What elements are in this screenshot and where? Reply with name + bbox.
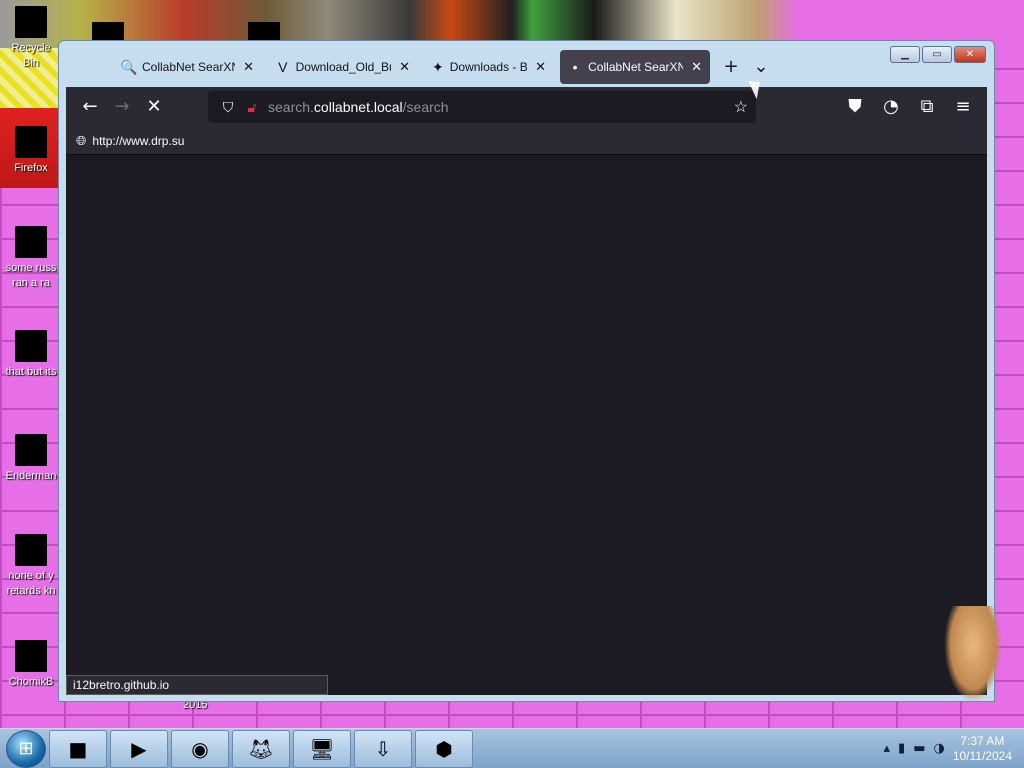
minimize-button[interactable]: ▁ bbox=[890, 46, 920, 63]
desktop-icon-label: some russ ran a ra bbox=[5, 262, 57, 289]
enderman-icon bbox=[15, 434, 47, 466]
status-panel: i12bretro.github.io bbox=[66, 675, 328, 695]
puzzle-icon: ✦ bbox=[432, 59, 444, 75]
window-controls: ▁ ▭ ✕ bbox=[890, 46, 986, 63]
desktop-icon-chomik[interactable]: ChomikB bbox=[2, 640, 60, 690]
toolbar-right-group: ⛊ ◔ ⧉ ≡ bbox=[839, 91, 979, 123]
tray-network-icon[interactable]: ▮ bbox=[898, 741, 905, 756]
maximize-button[interactable]: ▭ bbox=[922, 46, 952, 63]
url-bar[interactable]: ⛉ 🔓︎ search. collabnet.local/search ☆ bbox=[208, 91, 756, 123]
firefox-icon bbox=[15, 126, 47, 158]
menu-icon[interactable]: ≡ bbox=[947, 91, 979, 123]
tab-label: CollabNet SearXNG bbox=[588, 60, 684, 74]
navigation-toolbar: ← → ✕ ⛉ 🔓︎ search. collabnet.local/search… bbox=[66, 87, 987, 127]
tracking-shield-icon[interactable]: ⛉ bbox=[216, 99, 240, 116]
tray-monitor-icon[interactable]: ▬ bbox=[913, 741, 925, 756]
chomik-icon bbox=[15, 640, 47, 672]
extensions-icon[interactable]: ⧉ bbox=[911, 91, 943, 123]
system-tray: ▴ ▮ ▬ ◑ 7:37 AM 10/11/2024 bbox=[884, 734, 1024, 764]
taskbar-app-media-player[interactable]: ▶ bbox=[110, 729, 168, 768]
bookmarks-toolbar: 🌐︎ http://www.drp.su bbox=[66, 127, 987, 155]
tab-label: CollabNet SearXNG bbox=[142, 60, 235, 74]
globe-icon: 🌐︎ bbox=[76, 132, 87, 148]
tab-close-icon[interactable]: ✕ bbox=[399, 59, 410, 75]
tray-expand-icon[interactable]: ▴ bbox=[884, 741, 891, 756]
desktop-icon-that-but-its[interactable]: that but its bbox=[2, 330, 60, 380]
account-icon[interactable]: ◔ bbox=[875, 91, 907, 123]
taskbar-app-firefox[interactable]: 🦊︎ bbox=[232, 729, 290, 768]
tab-2[interactable]: ✦ Downloads - Bob Po ✕ bbox=[424, 50, 554, 84]
vs-icon: V bbox=[278, 59, 288, 75]
hamster-desktop-pet[interactable] bbox=[944, 606, 1002, 702]
tab-0[interactable]: 🔍 CollabNet SearXNG ✕ bbox=[112, 50, 262, 84]
start-button[interactable]: ⊞ bbox=[6, 729, 46, 768]
that-but-its-icon bbox=[15, 330, 47, 362]
desktop-icon-label: none of y retards kn bbox=[6, 570, 56, 597]
desktop-icon-label: ChomikB bbox=[8, 676, 54, 688]
some-russian-icon bbox=[15, 226, 47, 258]
stop-loading-button[interactable]: ✕ bbox=[138, 91, 170, 123]
url-prefix: search. bbox=[268, 99, 314, 115]
new-tab-button[interactable]: + bbox=[716, 52, 746, 82]
forward-button[interactable]: → bbox=[106, 91, 138, 123]
desktop-icon-none-of-y[interactable]: none of y retards kn bbox=[2, 534, 60, 599]
browser-viewport: ← → ✕ ⛉ 🔓︎ search. collabnet.local/search… bbox=[66, 87, 987, 695]
tab-close-icon[interactable]: ✕ bbox=[691, 59, 702, 75]
recycle-bin-icon bbox=[15, 6, 47, 38]
tray-volume-icon[interactable]: ◑ bbox=[933, 741, 944, 756]
none-of-y-icon bbox=[15, 534, 47, 566]
desktop-icon-firefox[interactable]: Firefox bbox=[2, 126, 60, 176]
bookmark-star-icon[interactable]: ☆ bbox=[734, 97, 748, 117]
desktop-icon-label: that but its bbox=[5, 366, 57, 378]
pocket-icon[interactable]: ⛊ bbox=[839, 91, 871, 123]
taskbar-app-virtualbox[interactable]: ⬢ bbox=[415, 729, 473, 768]
clock-time: 7:37 AM bbox=[960, 733, 1005, 748]
taskbar-app-hidden[interactable]: ■ bbox=[49, 729, 107, 768]
close-button[interactable]: ✕ bbox=[954, 46, 986, 63]
tab-1[interactable]: V Download_Old_Build ✕ bbox=[268, 50, 418, 84]
clock-date: 10/11/2024 bbox=[952, 748, 1012, 763]
browser-window: ▁ ▭ ✕ 🔍 CollabNet SearXNG ✕ V Download_Old_B… bbox=[58, 40, 995, 702]
tab-close-icon[interactable]: ✕ bbox=[535, 59, 546, 75]
desktop-icon-label: Firefox bbox=[14, 162, 48, 174]
tab-label: Downloads - Bob Po bbox=[449, 60, 528, 74]
bookmark-item[interactable]: http://www.drp.su bbox=[92, 134, 184, 148]
desktop-icon-label: Enderman bbox=[5, 470, 57, 482]
tab-strip: 🔍CollabNet SearXNG✕VDownload_Old_Build✕✦… bbox=[112, 49, 776, 85]
taskbar-app-download-manager[interactable]: ⇩ bbox=[354, 729, 412, 768]
tab-label: Download_Old_Build bbox=[295, 60, 391, 74]
loading-dot-icon: • bbox=[572, 59, 578, 75]
desktop-icon-some-russian[interactable]: some russ ran a ra bbox=[2, 226, 60, 291]
desktop-icon-label: Recycle Bin bbox=[11, 42, 51, 69]
desktop-icon-enderman[interactable]: Enderman bbox=[2, 434, 60, 484]
search-icon: 🔍 bbox=[120, 59, 138, 75]
page-content[interactable] bbox=[66, 155, 987, 695]
desktop-icon-recycle-bin[interactable]: Recycle Bin bbox=[2, 6, 60, 71]
tab-3[interactable]: • CollabNet SearXNG ✕ bbox=[560, 50, 710, 84]
taskbar-app-computer[interactable]: 🖥︎ bbox=[293, 729, 351, 768]
url-host: collabnet.local bbox=[313, 99, 403, 115]
url-path: /search bbox=[402, 99, 449, 115]
taskbar-app-globe[interactable]: ◉ bbox=[171, 729, 229, 768]
insecure-lock-icon[interactable]: 🔓︎ bbox=[240, 99, 264, 116]
back-button[interactable]: ← bbox=[74, 91, 106, 123]
clock[interactable]: 7:37 AM 10/11/2024 bbox=[953, 734, 1012, 764]
list-all-tabs-button[interactable]: ⌄ bbox=[746, 52, 776, 82]
tab-close-icon[interactable]: ✕ bbox=[243, 59, 254, 75]
taskbar: ⊞ ■ ▶ ◉ 🦊︎ 🖥︎ ⇩ ⬢ ▴ ▮ ▬ ◑ 7:37 AM 10/11/… bbox=[0, 728, 1024, 768]
